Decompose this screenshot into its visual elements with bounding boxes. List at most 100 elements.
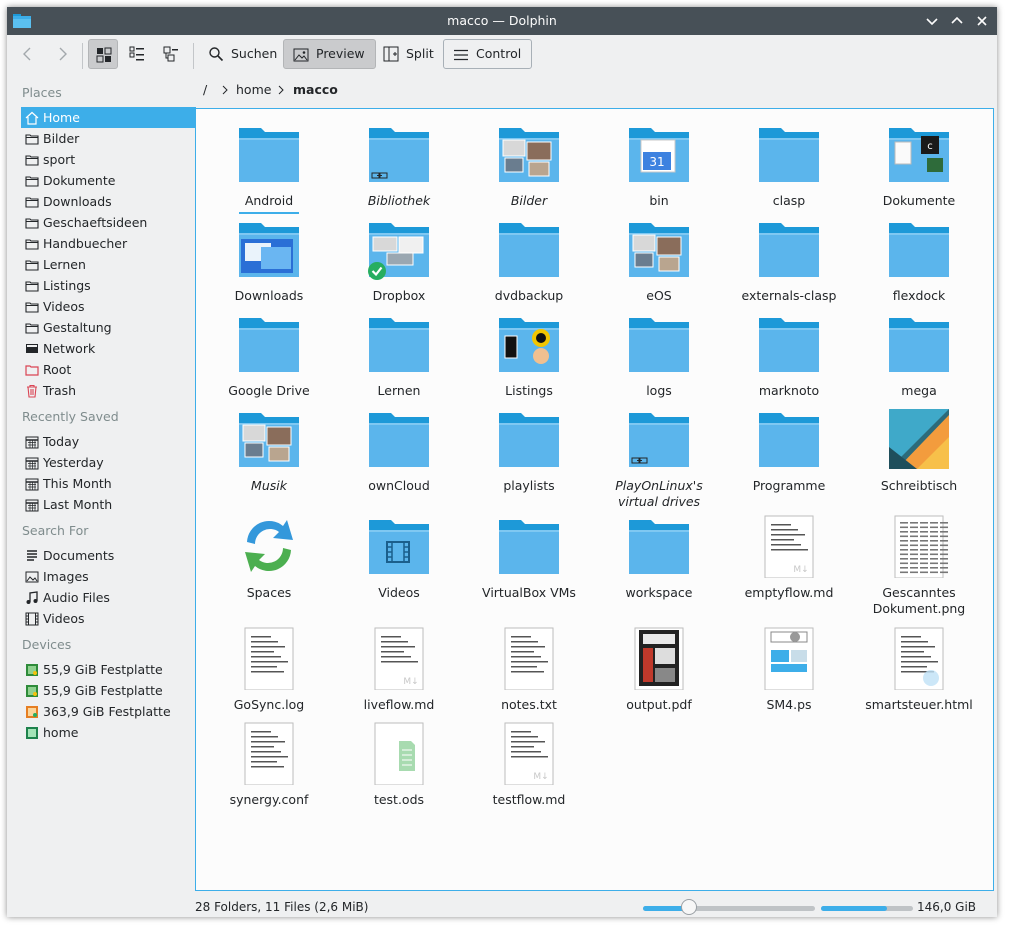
place-root[interactable]: Root [21, 359, 196, 380]
folder-item[interactable]: 31 bin [599, 122, 719, 217]
folder-item[interactable]: Dropbox [339, 217, 459, 312]
details-view-button[interactable] [156, 39, 186, 69]
folder-icon: c [887, 122, 951, 186]
folder-item[interactable]: eOS [599, 217, 719, 312]
folder-item[interactable]: workspace [599, 514, 719, 609]
focus-underline [239, 212, 299, 214]
folder-item[interactable]: PlayOnLinux's virtual drives [599, 407, 719, 509]
folder-item[interactable]: Google Drive [209, 312, 329, 407]
folder-item[interactable]: dvdbackup [469, 217, 589, 312]
recent-today[interactable]: Today [21, 431, 196, 452]
folder-item[interactable]: Videos [339, 514, 459, 609]
place-videos[interactable]: Videos [21, 296, 196, 317]
search-videos[interactable]: Videos [21, 608, 196, 629]
compact-view-button[interactable] [122, 39, 152, 69]
file-item[interactable]: synergy.conf [209, 721, 329, 816]
place-dokumente[interactable]: Dokumente [21, 170, 196, 191]
folder-icon [497, 217, 561, 281]
folder-item[interactable]: mega [859, 312, 979, 407]
place-trash[interactable]: Trash [21, 380, 196, 401]
folder-item[interactable]: ownCloud [339, 407, 459, 502]
place-listings[interactable]: Listings [21, 275, 196, 296]
icons-view-button[interactable] [88, 39, 118, 69]
breadcrumb-home[interactable]: home [236, 80, 271, 100]
place-lernen[interactable]: Lernen [21, 254, 196, 275]
file-item[interactable]: Schreibtisch [859, 407, 979, 502]
item-label: notes.txt [501, 697, 557, 712]
file-item[interactable]: GoSync.log [209, 626, 329, 721]
file-item[interactable]: M↓ testflow.md [469, 721, 589, 816]
folder-item[interactable]: Listings [469, 312, 589, 407]
split-button[interactable]: Split [374, 39, 444, 69]
folder-item[interactable]: Musik [209, 407, 329, 502]
folder-icon [25, 239, 39, 250]
device-1[interactable]: 55,9 GiB Festplatte [21, 659, 196, 680]
file-item[interactable]: M↓ emptyflow.md [729, 514, 849, 609]
folder-icon [25, 134, 39, 145]
control-button[interactable]: Control [443, 39, 533, 69]
folder-item[interactable]: playlists [469, 407, 589, 502]
folder-item[interactable]: Programme [729, 407, 849, 502]
folder-item[interactable]: externals-clasp [729, 217, 849, 312]
file-view[interactable]: Android Bibliothek Bilder 31 bin clasp c Dokume… [195, 108, 994, 891]
document-preview-icon: M↓ [497, 721, 561, 786]
folder-item[interactable]: c Dokumente [859, 122, 979, 217]
recent-last-month[interactable]: Last Month [21, 494, 196, 515]
place-sport[interactable]: sport [21, 149, 196, 170]
item-label: Musik [251, 478, 287, 493]
device-3[interactable]: 363,9 GiB Festplatte [21, 701, 196, 722]
zoom-slider[interactable] [643, 899, 815, 915]
file-item[interactable]: Gescanntes Dokument.png [859, 514, 979, 616]
item-label: Programme [752, 478, 826, 493]
folder-item[interactable]: VirtualBox VMs [469, 514, 589, 609]
maximize-icon[interactable] [948, 12, 966, 30]
search-audio-files[interactable]: Audio Files [21, 587, 196, 608]
title-bar[interactable]: macco — Dolphin [7, 7, 997, 35]
breadcrumb-current[interactable]: macco [293, 80, 338, 100]
file-item[interactable]: output.pdf [599, 626, 719, 721]
folder-item[interactable]: flexdock [859, 217, 979, 312]
forward-button[interactable] [47, 39, 77, 69]
search-images[interactable]: Images [21, 566, 196, 587]
back-button[interactable] [13, 39, 43, 69]
file-item[interactable]: Spaces [209, 514, 329, 609]
place-handbuecher[interactable]: Handbuecher [21, 233, 196, 254]
place-geschaeftsideen[interactable]: Geschaeftsideen [21, 212, 196, 233]
folder-item[interactable]: Lernen [339, 312, 459, 407]
place-label: Geschaeftsideen [43, 215, 148, 230]
folder-icon [887, 217, 951, 281]
preview-button[interactable]: Preview [283, 39, 376, 69]
place-bilder[interactable]: Bilder [21, 128, 196, 149]
device-4[interactable]: home [21, 722, 196, 743]
recent-this-month[interactable]: This Month [21, 473, 196, 494]
place-gestaltung[interactable]: Gestaltung [21, 317, 196, 338]
place-label: Videos [43, 611, 85, 626]
folder-item[interactable]: Downloads [209, 217, 329, 312]
file-item[interactable]: notes.txt [469, 626, 589, 721]
place-label: Network [43, 341, 96, 356]
search-documents[interactable]: Documents [21, 545, 196, 566]
folder-item[interactable]: Android [209, 122, 329, 217]
minimize-icon[interactable] [923, 12, 941, 30]
device-2[interactable]: 55,9 GiB Festplatte [21, 680, 196, 701]
place-home[interactable]: Home [21, 107, 196, 128]
file-item[interactable]: smartsteuer.html [859, 626, 979, 721]
item-label: Schreibtisch [880, 478, 958, 493]
breadcrumb-root[interactable]: / [203, 80, 207, 100]
file-item[interactable]: M↓ liveflow.md [339, 626, 459, 721]
place-network[interactable]: Network [21, 338, 196, 359]
search-button[interactable]: Suchen [199, 39, 287, 69]
folder-item[interactable]: Bibliothek [339, 122, 459, 217]
close-icon[interactable] [973, 12, 991, 30]
document-preview-icon: M↓ [367, 626, 431, 691]
folder-item[interactable]: logs [599, 312, 719, 407]
folder-item[interactable]: Bilder [469, 122, 589, 217]
file-item[interactable]: SM4.ps [729, 626, 849, 721]
item-label: ownCloud [368, 478, 430, 493]
file-item[interactable]: test.ods [339, 721, 459, 816]
zoom-slider-handle[interactable] [681, 899, 698, 915]
place-downloads[interactable]: Downloads [21, 191, 196, 212]
folder-item[interactable]: clasp [729, 122, 849, 217]
folder-item[interactable]: marknoto [729, 312, 849, 407]
recent-yesterday[interactable]: Yesterday [21, 452, 196, 473]
